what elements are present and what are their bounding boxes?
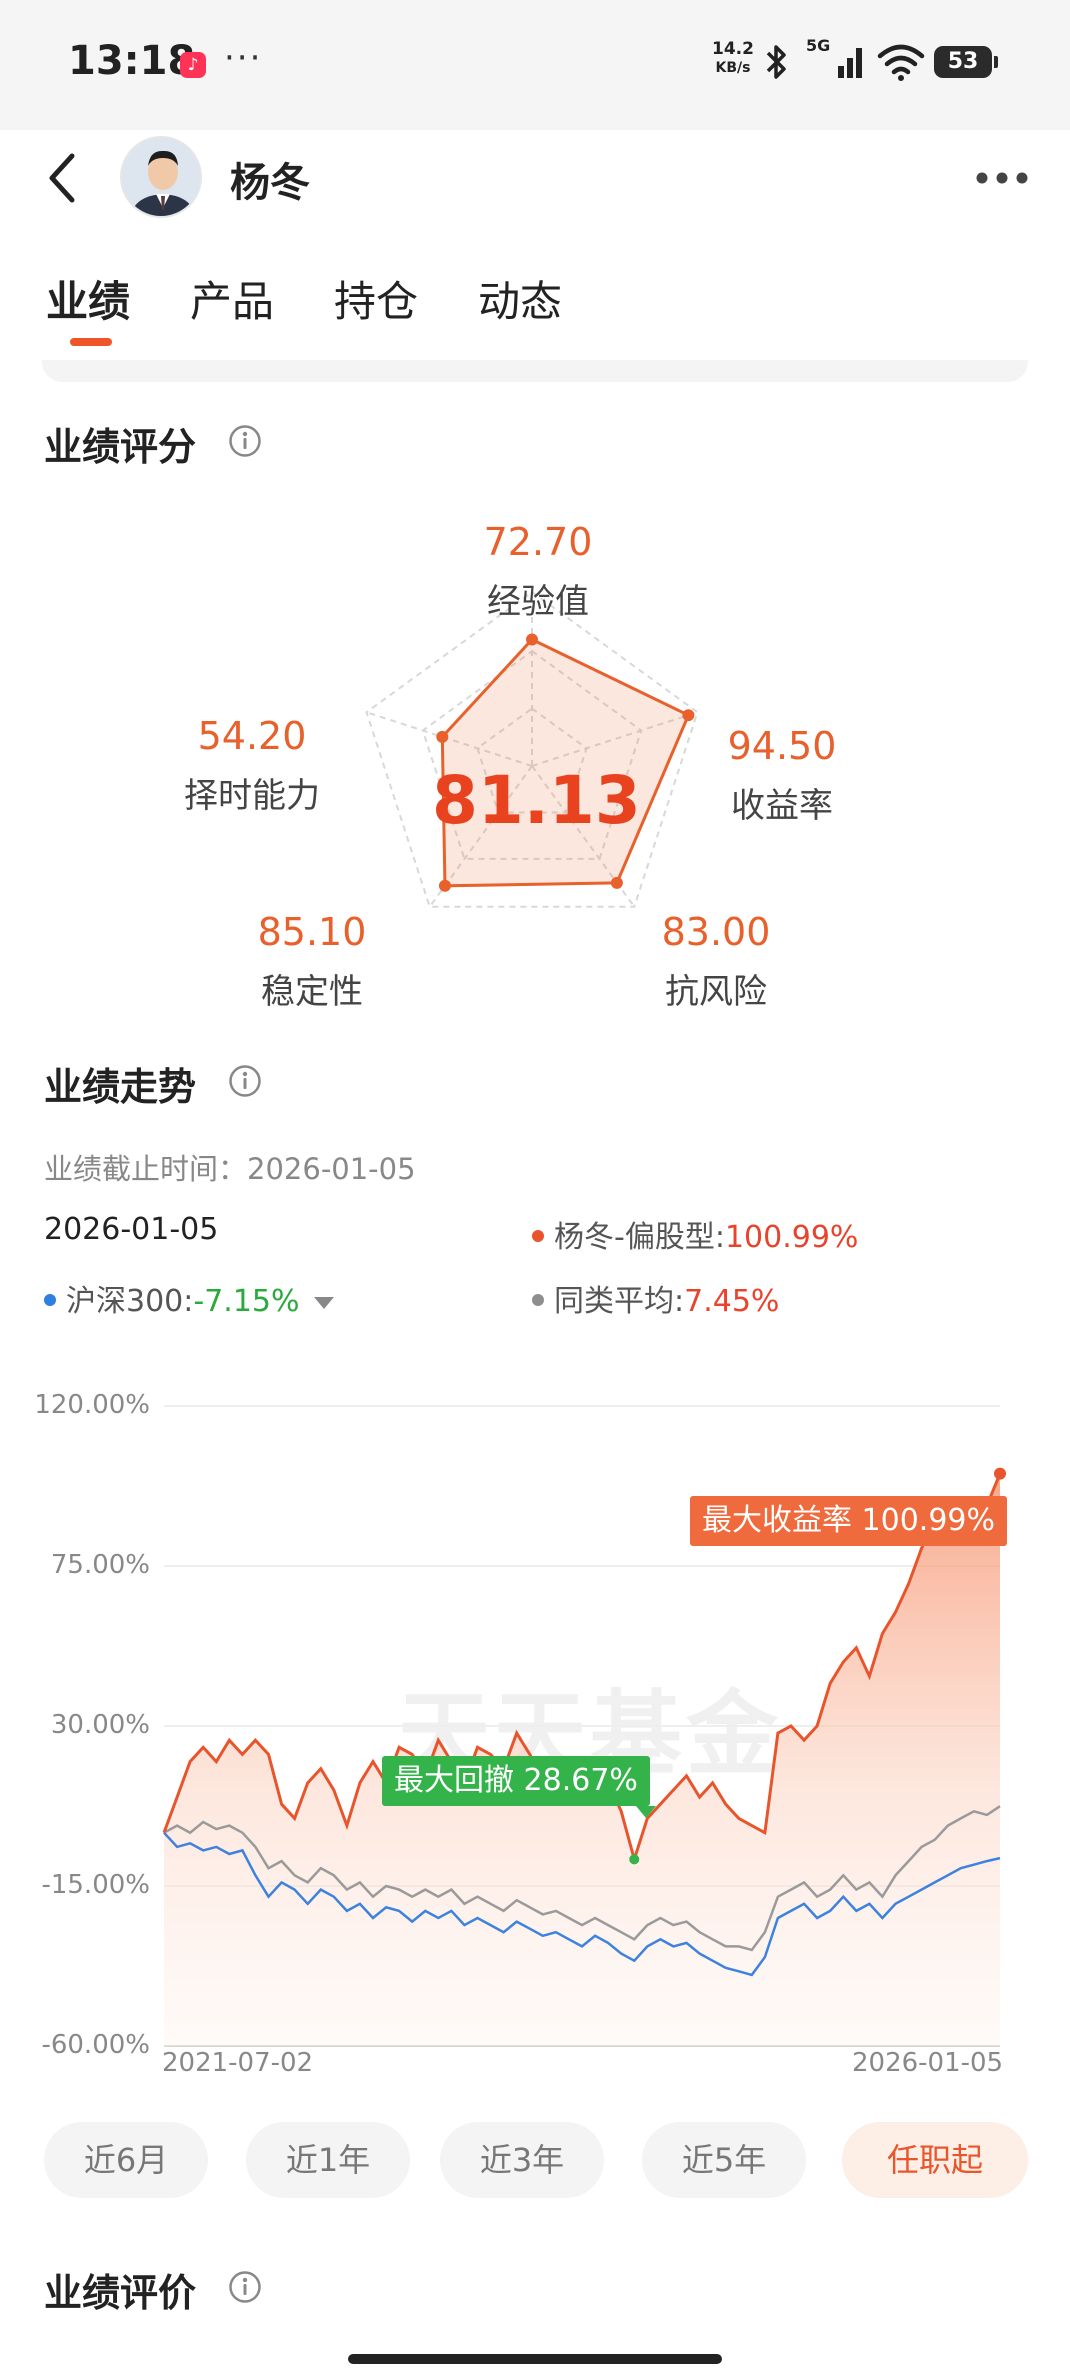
evaluation-section-title: 业绩评价 — [44, 2271, 197, 2315]
legend-manager-value: 100.99% — [724, 1220, 859, 1255]
manager-avatar[interactable] — [120, 136, 202, 218]
bluetooth-icon — [766, 45, 786, 79]
cutoff-label: 业绩截止时间： — [44, 1152, 248, 1186]
back-arrow-icon[interactable] — [42, 150, 82, 206]
tab-holdings[interactable]: 持仓 — [334, 268, 418, 329]
trend-section-title: 业绩走势 — [44, 1065, 197, 1109]
network-speed: 14.2 KB/s — [712, 40, 754, 78]
cellular-signal-icon — [838, 48, 862, 78]
current-date: 2026-01-05 — [44, 1212, 219, 1247]
radar-label-timing: 择时能力 — [184, 776, 320, 816]
radar-label-return: 收益率 — [731, 786, 833, 826]
more-notifications-icon: ··· — [224, 38, 263, 78]
radar-value-stability: 85.10 — [257, 910, 367, 954]
card-bottom-edge — [42, 360, 1028, 382]
range-button-since-tenure[interactable]: 任职起 — [842, 2122, 1028, 2198]
status-time: 13:18 — [68, 38, 196, 84]
radar-point — [438, 879, 451, 892]
trend-info-icon[interactable] — [228, 1064, 262, 1098]
evaluation-info-icon[interactable] — [228, 2270, 262, 2304]
range-button-5y[interactable]: 近5年 — [642, 2122, 806, 2198]
radar-label-experience: 经验值 — [487, 582, 589, 622]
x-tick-label: 2021-07-02 — [162, 2048, 314, 2078]
benchmark-dropdown-caret-icon[interactable] — [313, 1296, 334, 1309]
radar-point — [682, 709, 695, 722]
range-button-1y[interactable]: 近1年 — [246, 2122, 410, 2198]
legend-csi300-dot — [44, 1293, 56, 1306]
tab-products[interactable]: 产品 — [190, 268, 274, 329]
legend-manager-dot — [532, 1229, 544, 1242]
max-return-badge: 最大收益率 100.99% — [690, 1496, 1008, 1546]
radar-value-risk-resistance: 83.00 — [661, 910, 771, 954]
manager-name: 杨冬 — [230, 160, 310, 206]
x-tick-label: 2026-01-05 — [852, 2048, 1004, 2078]
wifi-icon — [877, 44, 925, 81]
battery-indicator: 53 — [934, 46, 998, 78]
network-speed-value: 14.2 — [712, 39, 754, 59]
network-speed-unit: KB/s — [715, 60, 751, 76]
cutoff-date: 2026-01-05 — [247, 1152, 416, 1186]
range-button-6m[interactable]: 近6月 — [44, 2122, 208, 2198]
legend-peer-dot — [532, 1293, 544, 1306]
radar-point — [610, 876, 623, 889]
legend-peer-name: 同类平均: — [554, 1284, 685, 1319]
legend-manager: 杨冬-偏股型:100.99% — [532, 1212, 858, 1256]
legend-csi300-name: 沪深300: — [66, 1284, 194, 1319]
legend-peer-average: 同类平均:7.45% — [532, 1276, 779, 1320]
radar-value-return: 94.50 — [727, 724, 837, 768]
legend-peer-value: 7.45% — [684, 1284, 780, 1319]
performance-chart[interactable] — [0, 1370, 1070, 2050]
max-drawdown-badge: 最大回撤 28.67% — [382, 1756, 656, 1818]
radar-value-timing: 54.20 — [197, 714, 307, 758]
score-info-icon[interactable] — [228, 424, 262, 458]
radar-point — [526, 633, 538, 646]
radar-label-stability: 稳定性 — [261, 972, 363, 1012]
tab-updates[interactable]: 动态 — [478, 268, 562, 329]
tab-performance[interactable]: 业绩 — [46, 268, 130, 329]
legend-csi300[interactable]: 沪深300:-7.15% — [44, 1276, 334, 1320]
radar-point — [436, 730, 449, 743]
status-bar: 13:18 ♪ ··· 14.2 KB/s 5G 53 — [0, 0, 1070, 130]
tiktok-notification-icon: ♪ — [180, 52, 206, 78]
active-tab-indicator — [70, 338, 112, 346]
total-score: 81.13 — [432, 762, 641, 839]
more-options-icon[interactable] — [974, 170, 1030, 186]
avatar-portrait-icon — [122, 138, 200, 216]
radar-label-risk-resistance: 抗风险 — [665, 972, 767, 1012]
legend-manager-name: 杨冬-偏股型: — [554, 1220, 725, 1255]
home-indicator[interactable] — [348, 2354, 722, 2364]
tab-bar: 业绩 产品 持仓 动态 — [0, 232, 1070, 372]
cutoff-time: 业绩截止时间：2026-01-05 — [44, 1146, 416, 1188]
max-drawdown-point — [629, 1854, 640, 1865]
range-button-3y[interactable]: 近3年 — [440, 2122, 604, 2198]
max-return-point — [994, 1467, 1006, 1480]
legend-csi300-value: -7.15% — [193, 1284, 300, 1319]
radar-value-experience: 72.70 — [483, 520, 593, 564]
